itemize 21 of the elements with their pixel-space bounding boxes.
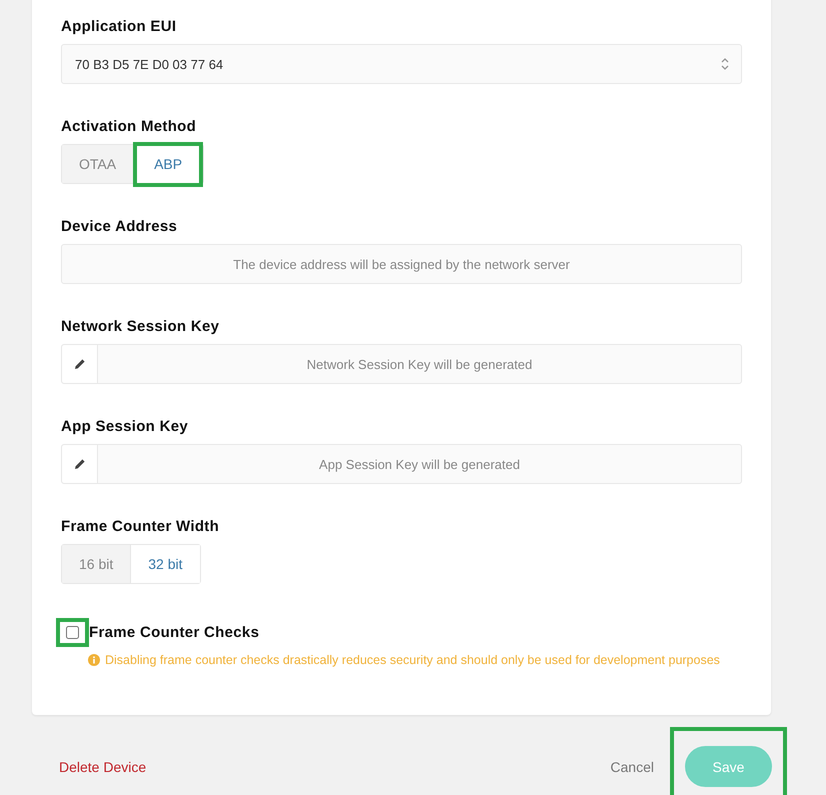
field-label: Network Session Key (61, 318, 220, 335)
option-tab[interactable]: 32 bit (130, 545, 200, 583)
select-arrows-icon (721, 57, 729, 71)
checkbox-label: Frame Counter Checks (89, 624, 260, 641)
warning-text: Disabling frame counter checks drastically reduces security and should only be used for development purposes (105, 653, 720, 667)
checkbox[interactable] (66, 626, 79, 639)
edit-button[interactable] (62, 345, 98, 383)
delete-link[interactable]: Delete Device (59, 758, 146, 774)
option-tab[interactable]: 16 bit (62, 545, 130, 583)
select-field[interactable]: 70 B3 D5 7E D0 03 77 64 (61, 44, 742, 84)
field-label: Frame Counter Width (61, 518, 220, 535)
edit-button[interactable] (62, 445, 98, 483)
pencil-icon (74, 358, 86, 370)
cancel-link[interactable]: Cancel (610, 758, 654, 774)
info-icon (88, 654, 100, 666)
field-label: Device Address (61, 218, 178, 235)
pencil-icon (74, 458, 86, 470)
option-tab[interactable]: OTAA (62, 145, 134, 183)
field-label: Application EUI (61, 18, 176, 35)
field-label: Activation Method (61, 118, 196, 135)
field-label: App Session Key (61, 418, 188, 435)
